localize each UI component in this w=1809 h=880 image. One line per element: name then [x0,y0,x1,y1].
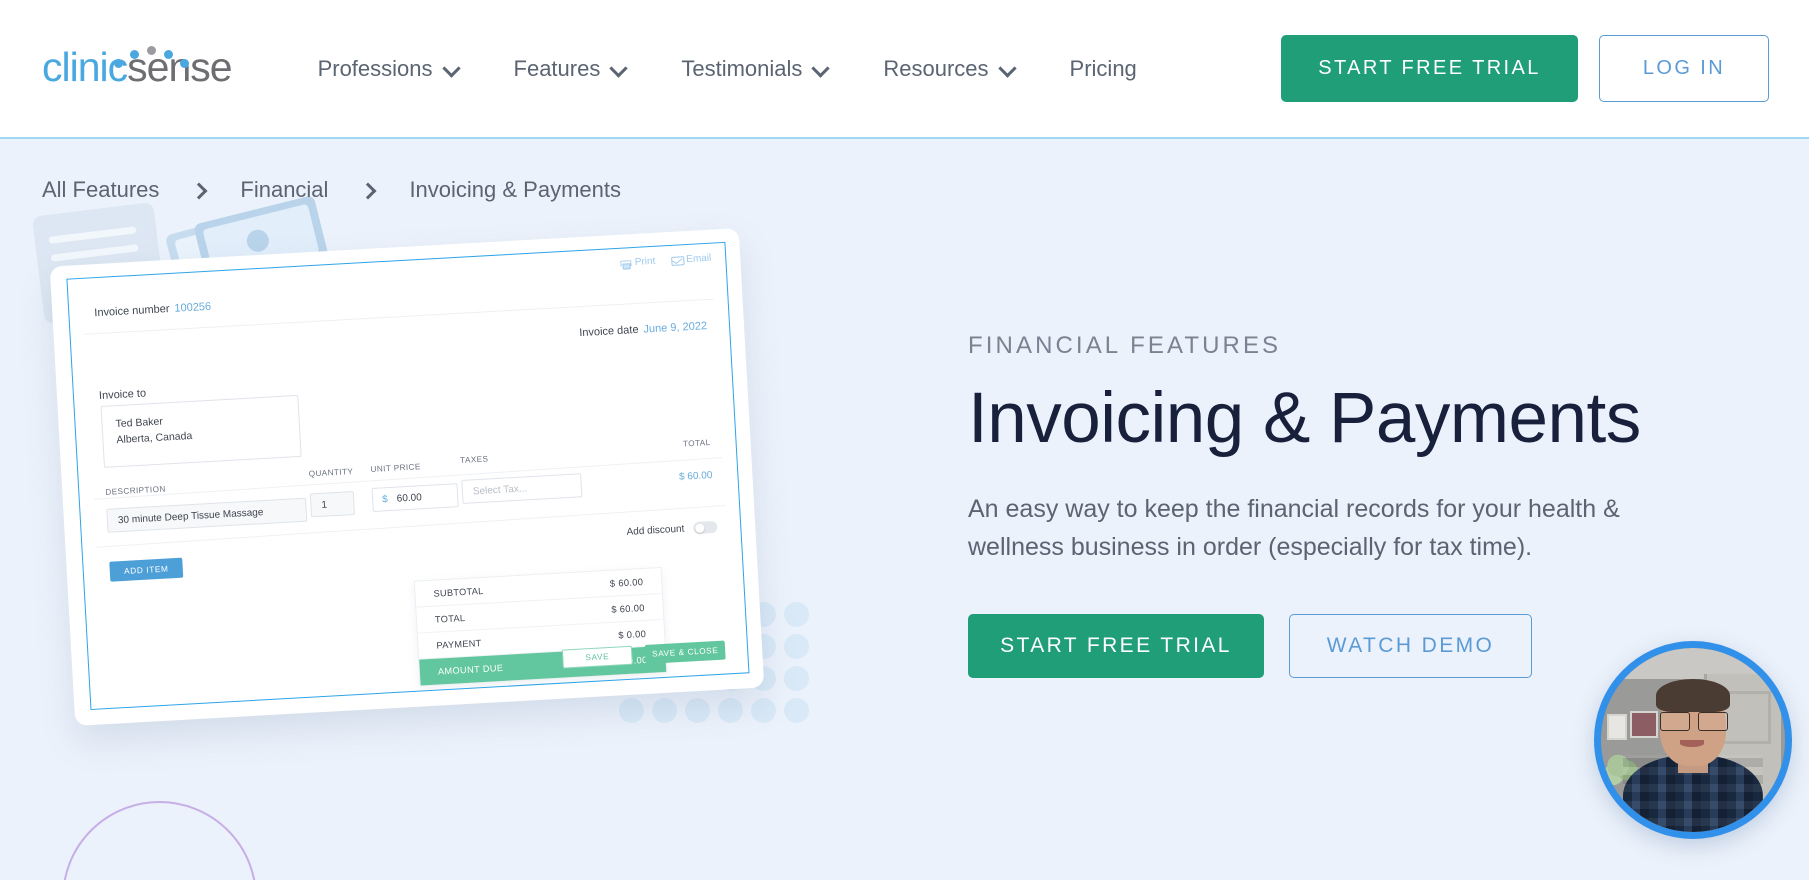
invoice-date-row: Invoice date June 9, 2022 [579,320,707,339]
decorative-purple-circle [62,801,257,880]
hero-subcopy: An easy way to keep the financial record… [968,494,1620,561]
add-discount-control: Add discount [626,520,718,538]
header-login-button[interactable]: LOG IN [1599,35,1769,102]
totals-amount: $ 60.00 [609,575,644,589]
totals-amount: $ 60.00 [611,601,645,615]
clinicsense-logo[interactable]: clinic sense [42,45,233,90]
invoice-date-value: June 9, 2022 [643,320,708,336]
hero-section: All Features Financial Invoicing & Payme… [0,139,1809,880]
line-item-unit-price-input[interactable]: $ 60.00 [371,483,459,512]
invoice-number-value: 100256 [174,300,212,315]
invoice-actions: Print Email [620,253,712,269]
invoice-card: Print Email Invoice number 100256 Invoice… [66,241,750,711]
line-item-description-input[interactable]: 30 minute Deep Tissue Massage [106,497,308,533]
line-item-quantity-input[interactable]: 1 [309,490,356,518]
column-header-taxes: TAXES [459,454,489,465]
line-item-tax-select[interactable]: Select Tax... [461,473,583,504]
nav-label: Resources [883,55,989,81]
invoice-number-label: Invoice number [94,303,170,320]
amount-due-label: AMOUNT DUE [437,662,504,677]
page-title: Invoicing & Payments [968,379,1641,458]
nav-item-features[interactable]: Features [487,46,655,92]
chevron-right-icon [362,185,375,198]
invoice-date-label: Invoice date [578,323,639,340]
nav-label: Testimonials [681,55,803,81]
email-label: Email [685,252,712,266]
invoice-to-field[interactable]: Ted Baker Alberta, Canada [100,394,302,468]
printer-icon [620,258,631,268]
chevron-down-icon [1000,61,1016,77]
totals-label: SUBTOTAL [433,585,484,599]
add-discount-label: Add discount [626,523,685,538]
invoice-email-action[interactable]: Email [671,253,712,266]
line-item-total: $ 60.00 [678,469,713,483]
hero-content: FINANCIAL FEATURES Invoicing & Payments … [968,332,1728,678]
nav-item-pricing[interactable]: Pricing [1043,46,1164,92]
hero-watch-demo-button[interactable]: WATCH DEMO [1289,613,1532,678]
totals-label: PAYMENT [436,637,482,651]
breadcrumb-item-current: Invoicing & Payments [409,177,621,202]
currency-symbol: $ [381,493,389,505]
totals-amount: $ 0.00 [617,627,647,641]
video-thumbnail [1601,648,1785,832]
chevron-right-icon [193,185,206,198]
invoice-print-action[interactable]: Print [620,255,656,269]
print-label: Print [634,255,656,268]
chevron-down-icon [611,61,627,77]
main-navigation: Professions Features Testimonials Resour… [291,46,1164,92]
breadcrumb: All Features Financial Invoicing & Payme… [42,177,621,203]
video-bubble-widget[interactable] [1594,641,1792,839]
invoice-mockup: Print Email Invoice number 100256 Invoice… [49,228,765,726]
save-button[interactable]: SAVE [561,645,633,669]
hero-start-free-trial-button[interactable]: START FREE TRIAL [968,613,1264,678]
breadcrumb-item-financial[interactable]: Financial [240,177,328,203]
totals-label: TOTAL [434,612,466,625]
site-header: clinic sense Professions Features Testimo… [0,0,1809,139]
logo-dots-icon [114,45,189,68]
column-header-total: TOTAL [682,438,711,449]
save-and-close-button[interactable]: SAVE & CLOSE [644,640,726,664]
column-header-unit-price: UNIT PRICE [370,462,421,475]
header-actions: START FREE TRIAL LOG IN [1281,35,1769,102]
header-start-free-trial-button[interactable]: START FREE TRIAL [1281,35,1578,102]
hero-eyebrow: FINANCIAL FEATURES [968,332,1282,359]
nav-item-testimonials[interactable]: Testimonials [654,46,856,92]
column-header-quantity: QUANTITY [308,467,354,479]
breadcrumb-item-all-features[interactable]: All Features [42,177,159,203]
nav-label: Professions [317,55,433,81]
nav-label: Features [513,55,601,81]
chevron-down-icon [813,61,829,77]
unit-price-value: 60.00 [396,491,423,505]
invoice-to-label: Invoice to [98,387,147,403]
invoice-number-row: Invoice number 100256 [94,301,211,320]
nav-item-professions[interactable]: Professions [291,46,487,92]
envelope-icon [671,255,682,265]
nav-item-resources[interactable]: Resources [856,46,1042,92]
nav-label: Pricing [1069,55,1137,81]
invoice-totals-panel: SUBTOTAL $ 60.00 TOTAL $ 60.00 PAYMENT $… [413,566,668,687]
add-item-button[interactable]: ADD ITEM [109,557,184,582]
chevron-down-icon [444,61,460,77]
add-discount-toggle[interactable] [692,520,718,535]
